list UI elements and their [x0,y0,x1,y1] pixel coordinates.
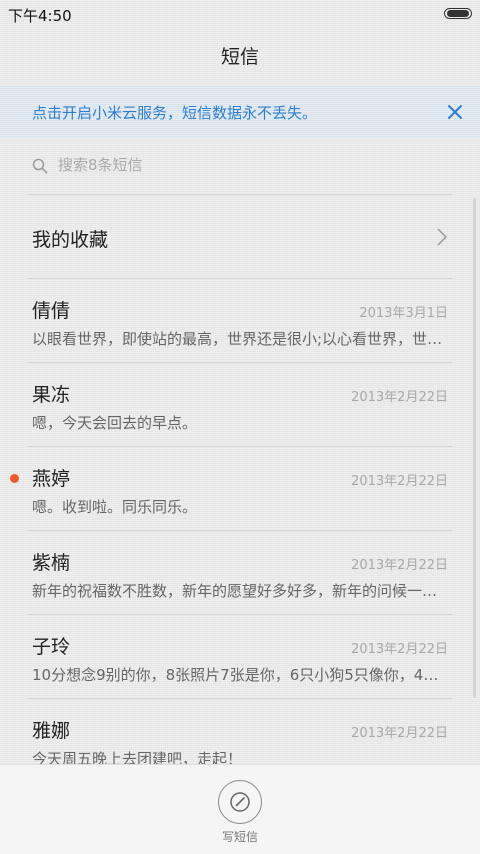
compose-button[interactable] [218,780,262,824]
conversation-item[interactable]: 子玲 2013年2月22日 10分想念9别的你，8张照片7张是你，6只小狗5只像你，… [0,614,480,698]
search-input[interactable] [58,156,438,174]
chevron-right-icon [437,228,448,246]
status-time: 下午4:50 [8,7,72,25]
status-bar: 下午4:50 [0,0,480,28]
contact-name: 雅娜 [32,720,71,742]
cloud-service-banner[interactable]: 点击开启小米云服务，短信数据永不丢失。 [0,86,480,138]
page-title: 短信 [220,46,259,68]
contact-name: 倩倩 [32,300,71,322]
contact-name: 果冻 [32,384,71,406]
favorites-row[interactable]: 我的收藏 [0,194,480,278]
message-preview: 以眼看世界，即使站的最高，世界还是很小;以心看世界，世界就是无限大 [32,330,448,348]
contact-name: 紫楠 [32,552,71,574]
battery-icon [444,8,472,19]
search-bar[interactable] [0,138,480,194]
message-preview: 嗯，今天会回去的早点。 [32,414,198,432]
message-preview: 嗯。收到啦。同乐同乐。 [32,498,198,516]
scrollbar[interactable] [473,198,476,698]
message-preview: 10分想念9别的你，8张照片7张是你，6只小狗5只像你，4季都在想你 [32,666,448,684]
message-preview: 新年的祝福数不胜数，新年的愿望好多好多，新年的问候一句不少 [32,582,448,600]
compose-icon [230,792,250,812]
contact-name: 燕婷 [32,468,71,490]
conversation-item[interactable]: 燕婷 2013年2月22日嗯。收到啦。同乐同乐。 [0,446,480,530]
contact-name: 子玲 [32,636,71,658]
conversation-item[interactable]: 紫楠 2013年2月22日新年的祝福数不胜数，新年的愿望好多好多，新年的问候一句不… [0,530,480,614]
close-icon[interactable] [444,101,466,123]
cloud-banner-text[interactable]: 点击开启小米云服务，短信数据永不丢失。 [32,102,317,123]
message-date: 2013年2月22日 [351,726,448,741]
conversation-item[interactable]: 果冻 2013年2月22日嗯，今天会回去的早点。 [0,362,480,446]
favorites-label: 我的收藏 [32,229,109,251]
search-icon [32,158,48,174]
message-date: 2013年2月22日 [351,390,448,405]
unread-dot-icon [10,474,19,483]
conversation-item[interactable]: 倩倩 2013年3月1日以眼看世界，即使站的最高，世界还是很小;以心看世界，世界就… [0,278,480,362]
message-date: 2013年2月22日 [351,558,448,573]
message-date: 2013年2月22日 [351,474,448,489]
compose-label: 写短信 [221,830,258,844]
bottom-bar: 写短信 [0,764,480,854]
message-date: 2013年2月22日 [351,642,448,657]
message-date: 2013年3月1日 [359,306,448,321]
